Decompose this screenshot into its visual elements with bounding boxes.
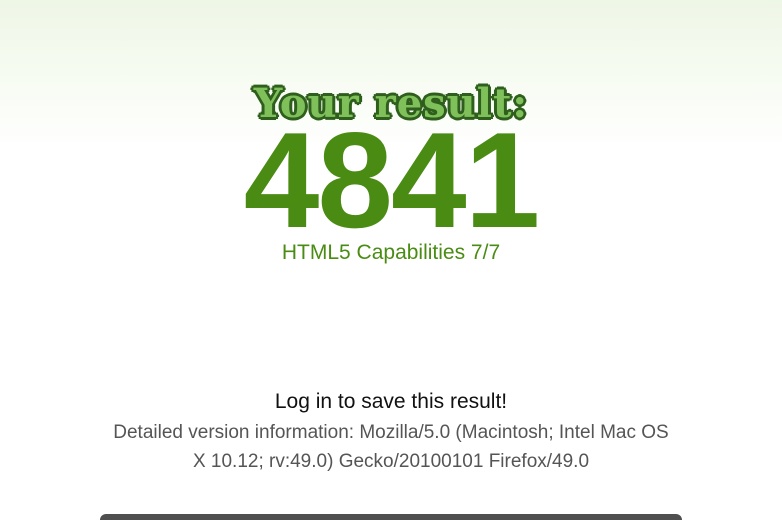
login-save-link[interactable]: Log in to save this result! (275, 388, 507, 416)
bottom-panel-edge (100, 514, 682, 520)
html5-capabilities: HTML5 Capabilities 7/7 (281, 241, 501, 264)
version-details: Detailed version information: Mozilla/5.… (113, 422, 669, 472)
login-container: Log in to save this result! (0, 388, 782, 416)
benchmark-score: 4841 (243, 104, 541, 256)
result-page: Your result: 4841 HTML5 Capabilities 7/7… (0, 0, 782, 520)
